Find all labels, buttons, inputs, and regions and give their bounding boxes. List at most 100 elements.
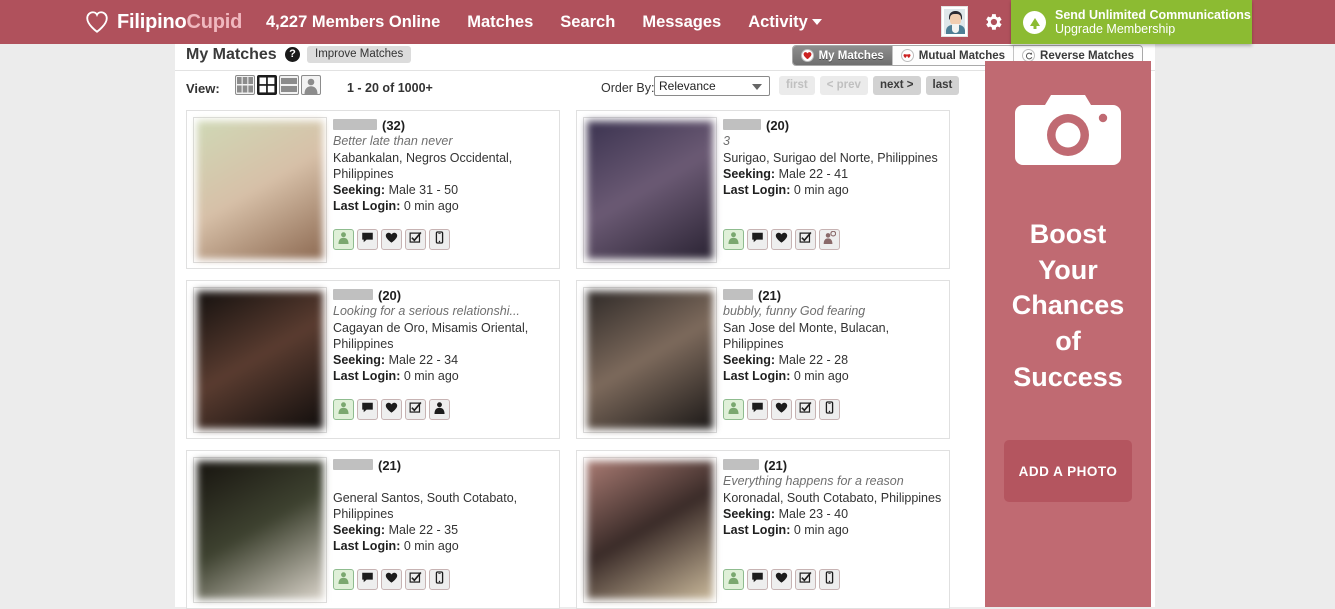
- profile-photo[interactable]: [193, 117, 327, 263]
- nav-item-activity[interactable]: Activity: [748, 0, 822, 44]
- action-mobile-phone-button[interactable]: [819, 569, 840, 590]
- action-mobile-phone-button[interactable]: [819, 399, 840, 420]
- brand-first: Filipino: [117, 10, 187, 33]
- pager-first[interactable]: first: [779, 76, 815, 95]
- profile-card[interactable]: (20) Looking for a serious relationshi...…: [186, 280, 560, 439]
- promo-headline-line: Boost: [1029, 219, 1107, 249]
- profile-card[interactable]: (21) Everything happens for a reason Koron…: [576, 450, 950, 609]
- profile-actions: [723, 399, 840, 420]
- action-message-button[interactable]: [357, 399, 378, 420]
- profile-age: (32): [382, 118, 406, 133]
- profile-name-redacted: [723, 119, 761, 130]
- profile-photo[interactable]: [583, 457, 717, 603]
- action-favorite-heart-button[interactable]: [381, 229, 402, 250]
- nav-item-messages[interactable]: Messages: [642, 0, 721, 44]
- grid-large-view-icon[interactable]: [257, 75, 277, 95]
- pager-prev[interactable]: < prev: [819, 76, 868, 95]
- action-mobile-phone-button[interactable]: [429, 569, 450, 590]
- page-title: My Matches: [186, 46, 277, 63]
- action-checklist-button[interactable]: [795, 399, 816, 420]
- checklist-icon: [409, 571, 422, 589]
- order-by-select[interactable]: Relevance: [654, 76, 770, 96]
- profile-photo[interactable]: [583, 117, 717, 263]
- pager-next[interactable]: next >: [872, 76, 921, 95]
- profile-last-login: Last Login: 0 min ago: [333, 539, 459, 553]
- action-message-button[interactable]: [357, 229, 378, 250]
- heart-icon: [86, 11, 108, 33]
- list-view-icon[interactable]: [279, 75, 299, 95]
- profile-seeking: Seeking: Male 22 - 28: [723, 353, 849, 367]
- profile-age: (21): [764, 458, 788, 473]
- profile-card[interactable]: (21) General Santos, South Cotabato, Phil…: [186, 450, 560, 609]
- action-message-button[interactable]: [747, 229, 768, 250]
- profile-name-line: (32): [333, 118, 557, 134]
- pager-last[interactable]: last: [925, 76, 960, 95]
- profile-info: (21) bubbly, funny God fearing San Jose de…: [723, 288, 947, 384]
- action-view-profile-button[interactable]: [333, 229, 354, 250]
- action-favorite-heart-button[interactable]: [771, 399, 792, 420]
- action-view-profile-button[interactable]: [333, 399, 354, 420]
- profile-info: (21) General Santos, South Cotabato, Phil…: [333, 458, 557, 554]
- top-navigation-bar: FilipinoCupid 4,227 Members Online Match…: [0, 0, 1335, 44]
- tab-my-matches[interactable]: My Matches: [792, 46, 893, 65]
- favorite-heart-icon: [385, 571, 398, 589]
- action-view-profile-button[interactable]: [723, 229, 744, 250]
- action-favorite-heart-button[interactable]: [771, 229, 792, 250]
- profile-photo[interactable]: [193, 287, 327, 433]
- action-person-chat-button[interactable]: [819, 229, 840, 250]
- nav-item-search[interactable]: Search: [560, 0, 615, 44]
- action-checklist-button[interactable]: [795, 569, 816, 590]
- gallery-view-icon[interactable]: [301, 75, 321, 95]
- profile-actions: [723, 229, 840, 250]
- profile-name-redacted: [333, 119, 377, 130]
- profile-card[interactable]: (21) bubbly, funny God fearing San Jose de…: [576, 280, 950, 439]
- promo-headline-line: Your: [1038, 254, 1098, 285]
- message-icon: [361, 231, 374, 249]
- profile-card[interactable]: (32) Better late than never Kabankalan, Ne…: [186, 110, 560, 269]
- profile-name-redacted: [333, 289, 373, 300]
- heart-icon: [800, 49, 814, 62]
- pagination-controls: first < prev next > last: [779, 76, 960, 95]
- profile-seeking: Seeking: Male 22 - 35: [333, 523, 459, 537]
- upgrade-membership-banner[interactable]: Send Unlimited Communications Upgrade Me…: [1011, 0, 1252, 44]
- avatar[interactable]: [941, 6, 968, 37]
- action-message-button[interactable]: [747, 399, 768, 420]
- action-view-profile-button[interactable]: [723, 569, 744, 590]
- action-favorite-heart-button[interactable]: [381, 569, 402, 590]
- improve-matches-button[interactable]: Improve Matches: [307, 46, 412, 63]
- members-online-link[interactable]: 4,227 Members Online: [266, 0, 440, 44]
- action-view-profile-button[interactable]: [723, 399, 744, 420]
- chevron-down-icon: [752, 84, 762, 90]
- view-mode-switcher: [235, 75, 321, 95]
- grid-small-view-icon[interactable]: [235, 75, 255, 95]
- nav-item-matches[interactable]: Matches: [467, 0, 533, 44]
- action-checklist-button[interactable]: [405, 399, 426, 420]
- message-icon: [751, 231, 764, 249]
- profile-last-login: Last Login: 0 min ago: [723, 183, 849, 197]
- profile-tagline: [333, 474, 557, 490]
- tab-mutual-matches-label: Mutual Matches: [918, 49, 1006, 62]
- profile-card[interactable]: (20) 3 Surigao, Surigao del Norte, Philipp…: [576, 110, 950, 269]
- action-person-button[interactable]: [429, 399, 450, 420]
- action-checklist-button[interactable]: [405, 569, 426, 590]
- action-checklist-button[interactable]: [405, 229, 426, 250]
- action-favorite-heart-button[interactable]: [381, 399, 402, 420]
- profile-location: Kabankalan, Negros Occidental, Philippin…: [333, 151, 513, 181]
- action-message-button[interactable]: [357, 569, 378, 590]
- promo-headline: Boost Your Chances of Success: [1012, 217, 1125, 395]
- profile-photo[interactable]: [583, 287, 717, 433]
- message-icon: [751, 401, 764, 419]
- action-mobile-phone-button[interactable]: [429, 229, 450, 250]
- action-view-profile-button[interactable]: [333, 569, 354, 590]
- site-logo[interactable]: FilipinoCupid: [84, 6, 242, 38]
- profile-photo[interactable]: [193, 457, 327, 603]
- question-mark-icon[interactable]: ?: [285, 47, 300, 62]
- action-favorite-heart-button[interactable]: [771, 569, 792, 590]
- profile-seeking: Seeking: Male 22 - 41: [723, 167, 849, 181]
- add-a-photo-button[interactable]: ADD A PHOTO: [1004, 440, 1132, 503]
- gear-icon[interactable]: [982, 11, 1004, 33]
- action-checklist-button[interactable]: [795, 229, 816, 250]
- view-profile-icon: [727, 571, 740, 589]
- action-message-button[interactable]: [747, 569, 768, 590]
- nav-links: 4,227 Members Online Matches Search Mess…: [266, 0, 822, 44]
